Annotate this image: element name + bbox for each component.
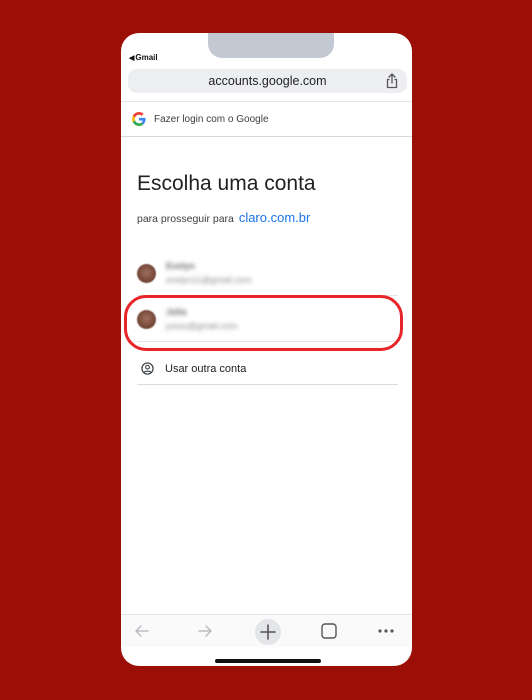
notch bbox=[208, 33, 334, 58]
back-to-app-link[interactable]: ◀Gmail bbox=[129, 53, 158, 62]
use-another-account-label: Usar outra conta bbox=[165, 362, 247, 375]
avatar bbox=[137, 264, 156, 283]
back-app-label: Gmail bbox=[135, 53, 158, 62]
account-name: Evelyn bbox=[166, 261, 196, 271]
google-header-text: Fazer login com o Google bbox=[154, 113, 269, 125]
google-signin-header: Fazer login com o Google bbox=[121, 101, 412, 137]
nav-back-icon[interactable] bbox=[133, 622, 151, 640]
share-icon[interactable] bbox=[385, 73, 399, 89]
more-icon[interactable] bbox=[376, 622, 396, 640]
continue-to-link[interactable]: claro.com.br bbox=[239, 210, 311, 225]
account-email: evelyn11@gmail.com bbox=[166, 275, 252, 285]
new-tab-plus-icon bbox=[260, 624, 276, 640]
new-tab-button[interactable] bbox=[255, 619, 281, 645]
use-another-account-button[interactable]: Usar outra conta bbox=[137, 353, 398, 385]
account-item[interactable]: Evelyn evelyn11@gmail.com bbox=[137, 251, 398, 296]
highlight-annotation bbox=[124, 295, 403, 351]
address-bar[interactable]: accounts.google.com bbox=[128, 69, 407, 93]
url-text: accounts.google.com bbox=[208, 74, 327, 88]
nav-forward-icon[interactable] bbox=[196, 622, 214, 640]
subtitle-prefix: para prosseguir para bbox=[137, 213, 234, 225]
tabs-icon[interactable] bbox=[320, 622, 338, 640]
browser-toolbar bbox=[121, 614, 412, 647]
page-title: Escolha uma conta bbox=[137, 172, 316, 195]
phone-screen: ◀Gmail accounts.google.com Fazer login c… bbox=[121, 33, 412, 666]
home-indicator bbox=[215, 659, 321, 663]
google-logo-icon bbox=[132, 112, 146, 126]
back-arrow-icon: ◀ bbox=[129, 55, 135, 62]
page-subtitle: para prosseguir para claro.com.br bbox=[137, 210, 310, 225]
person-circle-icon bbox=[141, 362, 154, 375]
